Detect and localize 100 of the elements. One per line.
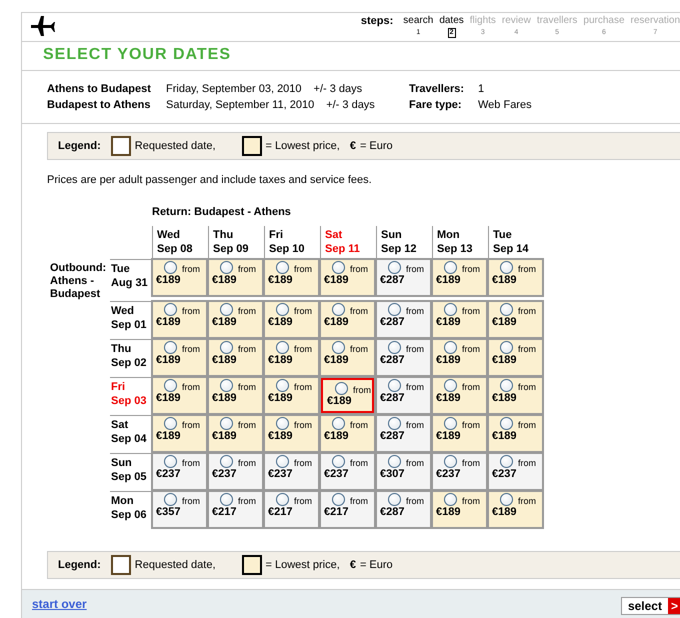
fare-cell[interactable]: from €357: [151, 490, 208, 529]
fare-radio[interactable]: [276, 455, 289, 468]
fare-cell[interactable]: from €217: [319, 490, 376, 529]
fare-radio[interactable]: [444, 417, 457, 430]
fare-cell[interactable]: from €287: [375, 300, 432, 339]
fare-cell[interactable]: from €189: [487, 258, 544, 297]
fare-cell[interactable]: from €217: [207, 490, 264, 529]
fare-radio[interactable]: [388, 493, 401, 506]
fare-radio[interactable]: [500, 341, 513, 354]
fare-cell[interactable]: from €287: [375, 376, 432, 415]
fare-radio[interactable]: [332, 341, 345, 354]
fare-cell[interactable]: from €287: [375, 258, 432, 297]
fare-cell[interactable]: from €189: [487, 376, 544, 415]
fare-cell[interactable]: from €217: [263, 490, 320, 529]
fare-cell[interactable]: from €189: [263, 258, 320, 297]
fare-radio[interactable]: [164, 493, 177, 506]
fare-radio[interactable]: [388, 417, 401, 430]
fare-radio[interactable]: [220, 303, 233, 316]
fare-cell[interactable]: from €189: [319, 300, 376, 339]
fare-radio[interactable]: [444, 341, 457, 354]
fare-cell[interactable]: from €189: [487, 490, 544, 529]
fare-radio[interactable]: [164, 261, 177, 274]
fare-cell[interactable]: from €189: [207, 414, 264, 453]
fare-radio[interactable]: [220, 455, 233, 468]
fare-radio[interactable]: [444, 303, 457, 316]
fare-cell[interactable]: from €189: [263, 338, 320, 377]
fare-radio[interactable]: [388, 261, 401, 274]
fare-radio[interactable]: [500, 261, 513, 274]
fare-cell[interactable]: from €189: [151, 300, 208, 339]
fare-cell[interactable]: from €287: [375, 414, 432, 453]
fare-radio[interactable]: [500, 455, 513, 468]
fare-cell[interactable]: from €307: [375, 452, 432, 491]
fare-radio[interactable]: [444, 261, 457, 274]
fare-radio[interactable]: [444, 455, 457, 468]
fare-radio[interactable]: [332, 417, 345, 430]
fare-cell[interactable]: from €237: [263, 452, 320, 491]
fare-cell[interactable]: from €189: [487, 338, 544, 377]
fare-cell[interactable]: from €189: [487, 300, 544, 339]
fare-cell[interactable]: from €237: [207, 452, 264, 491]
fare-radio[interactable]: [164, 455, 177, 468]
fare-cell[interactable]: from €189: [431, 338, 488, 377]
fare-cell[interactable]: from €189: [431, 300, 488, 339]
fare-radio[interactable]: [332, 261, 345, 274]
fare-cell[interactable]: from €189: [263, 300, 320, 339]
fare-cell[interactable]: from €189: [263, 376, 320, 415]
fare-radio[interactable]: [164, 341, 177, 354]
fare-cell[interactable]: from €189: [319, 338, 376, 377]
fare-radio[interactable]: [276, 379, 289, 392]
fare-radio[interactable]: [500, 417, 513, 430]
fare-radio[interactable]: [276, 341, 289, 354]
fare-radio[interactable]: [276, 303, 289, 316]
fare-cell[interactable]: from €189: [431, 376, 488, 415]
fare-cell[interactable]: from €189: [207, 300, 264, 339]
fare-radio[interactable]: [276, 493, 289, 506]
fare-cell[interactable]: from €189: [207, 376, 264, 415]
fare-cell[interactable]: from €189: [431, 258, 488, 297]
fare-radio[interactable]: [388, 341, 401, 354]
fare-radio[interactable]: [335, 382, 348, 395]
fare-cell[interactable]: from €189: [431, 414, 488, 453]
fare-cell[interactable]: from €237: [151, 452, 208, 491]
fare-cell[interactable]: from €287: [375, 490, 432, 529]
fare-cell[interactable]: from €237: [487, 452, 544, 491]
fare-radio[interactable]: [388, 379, 401, 392]
fare-radio[interactable]: [500, 303, 513, 316]
fare-radio[interactable]: [220, 417, 233, 430]
start-over-link[interactable]: start over: [32, 596, 87, 610]
fare-cell[interactable]: from €189: [431, 490, 488, 529]
fare-cell[interactable]: from €189: [151, 338, 208, 377]
fare-radio[interactable]: [388, 303, 401, 316]
fare-radio[interactable]: [332, 455, 345, 468]
fare-cell[interactable]: from €189: [151, 376, 208, 415]
fare-radio[interactable]: [220, 379, 233, 392]
select-button[interactable]: select >: [620, 596, 680, 614]
fare-cell[interactable]: from €189: [207, 258, 264, 297]
fare-cell[interactable]: from €237: [319, 452, 376, 491]
fare-radio[interactable]: [388, 455, 401, 468]
fare-cell[interactable]: from €287: [375, 338, 432, 377]
fare-radio[interactable]: [164, 417, 177, 430]
fare-radio[interactable]: [220, 341, 233, 354]
fare-cell[interactable]: from €189: [207, 338, 264, 377]
fare-radio[interactable]: [276, 417, 289, 430]
fare-radio[interactable]: [164, 379, 177, 392]
fare-radio[interactable]: [276, 261, 289, 274]
fare-cell[interactable]: from €189: [319, 414, 376, 453]
fare-radio[interactable]: [332, 303, 345, 316]
fare-cell[interactable]: from €237: [431, 452, 488, 491]
fare-radio[interactable]: [220, 261, 233, 274]
fare-radio[interactable]: [444, 493, 457, 506]
fare-radio[interactable]: [500, 379, 513, 392]
fare-cell[interactable]: from €189: [319, 258, 376, 297]
fare-radio[interactable]: [164, 303, 177, 316]
fare-radio[interactable]: [500, 493, 513, 506]
fare-radio[interactable]: [444, 379, 457, 392]
fare-cell[interactable]: from €189: [487, 414, 544, 453]
fare-cell[interactable]: from €189: [151, 258, 208, 297]
fare-radio[interactable]: [332, 493, 345, 506]
fare-radio[interactable]: [220, 493, 233, 506]
fare-cell[interactable]: from €189: [319, 376, 376, 415]
fare-cell[interactable]: from €189: [151, 414, 208, 453]
fare-cell[interactable]: from €189: [263, 414, 320, 453]
